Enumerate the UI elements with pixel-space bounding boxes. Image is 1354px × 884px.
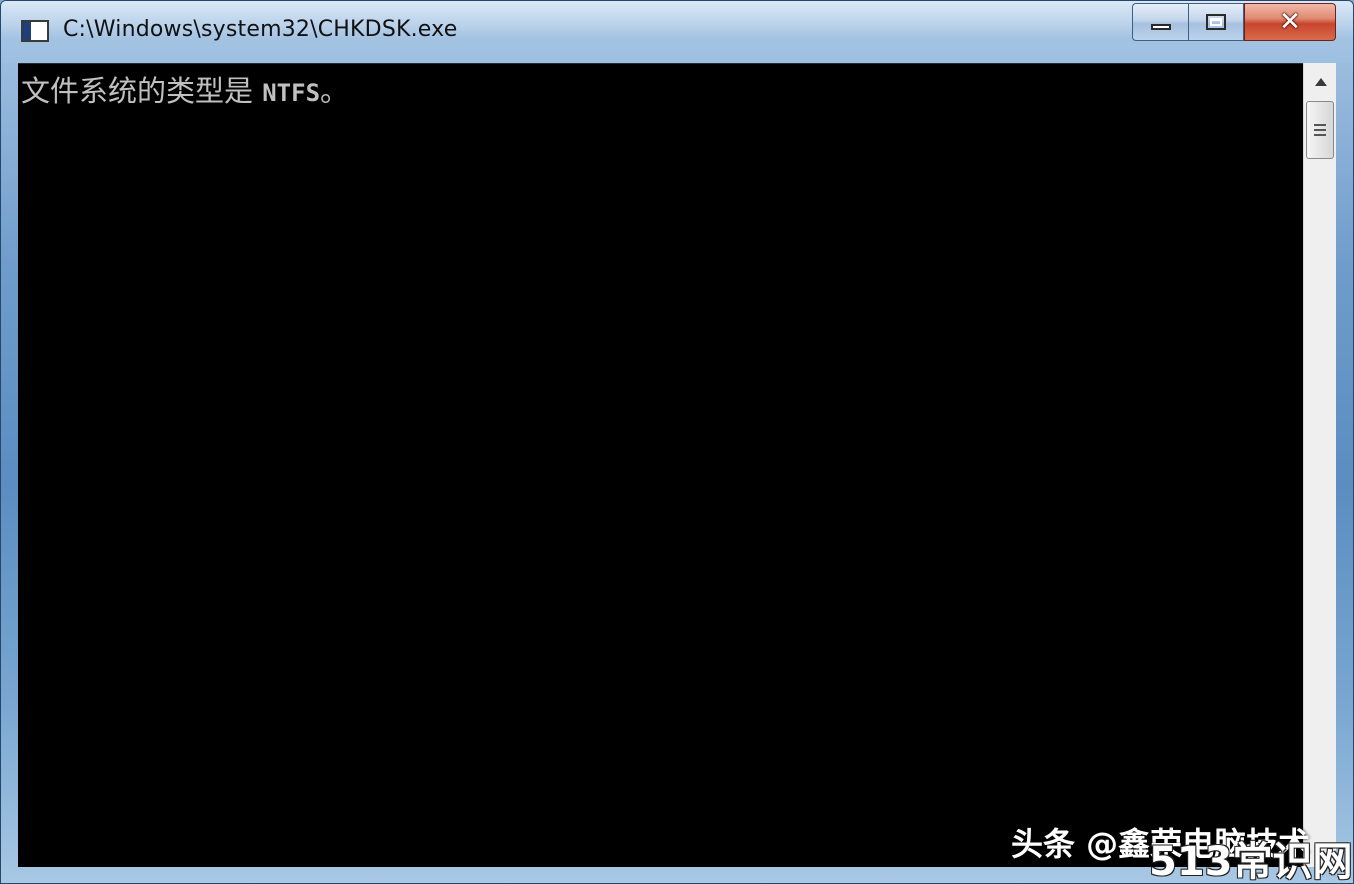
caption-buttons: ✕: [1132, 3, 1336, 41]
scroll-up-button[interactable]: [1307, 67, 1334, 97]
vertical-scrollbar[interactable]: [1303, 63, 1336, 867]
minimize-icon: [1150, 24, 1171, 30]
maximize-button[interactable]: [1188, 3, 1244, 41]
grip-icon: [1314, 124, 1326, 136]
console-window-icon[interactable]: [21, 20, 49, 42]
scroll-thumb[interactable]: [1306, 101, 1334, 159]
filesystem-type: NTFS: [262, 79, 321, 107]
maximize-icon: [1206, 14, 1226, 30]
console-line-suffix: 。: [320, 74, 350, 108]
site-watermark: 513常识网: [1149, 839, 1353, 884]
chkdsk-console-window: C:\Windows\system32\CHKDSK.exe ✕ 文件系统的类型…: [0, 0, 1354, 884]
console-output[interactable]: 文件系统的类型是 NTFS。: [18, 63, 1303, 867]
scroll-up-arrow-icon: [1314, 78, 1327, 86]
console-line: 文件系统的类型是 NTFS。: [21, 68, 349, 110]
window-title: C:\Windows\system32\CHKDSK.exe: [63, 17, 458, 42]
title-bar[interactable]: C:\Windows\system32\CHKDSK.exe ✕: [1, 1, 1353, 63]
minimize-button[interactable]: [1132, 3, 1188, 41]
console-line-text: 文件系统的类型是: [21, 74, 254, 108]
close-icon: ✕: [1279, 7, 1301, 37]
close-button[interactable]: ✕: [1244, 3, 1336, 41]
